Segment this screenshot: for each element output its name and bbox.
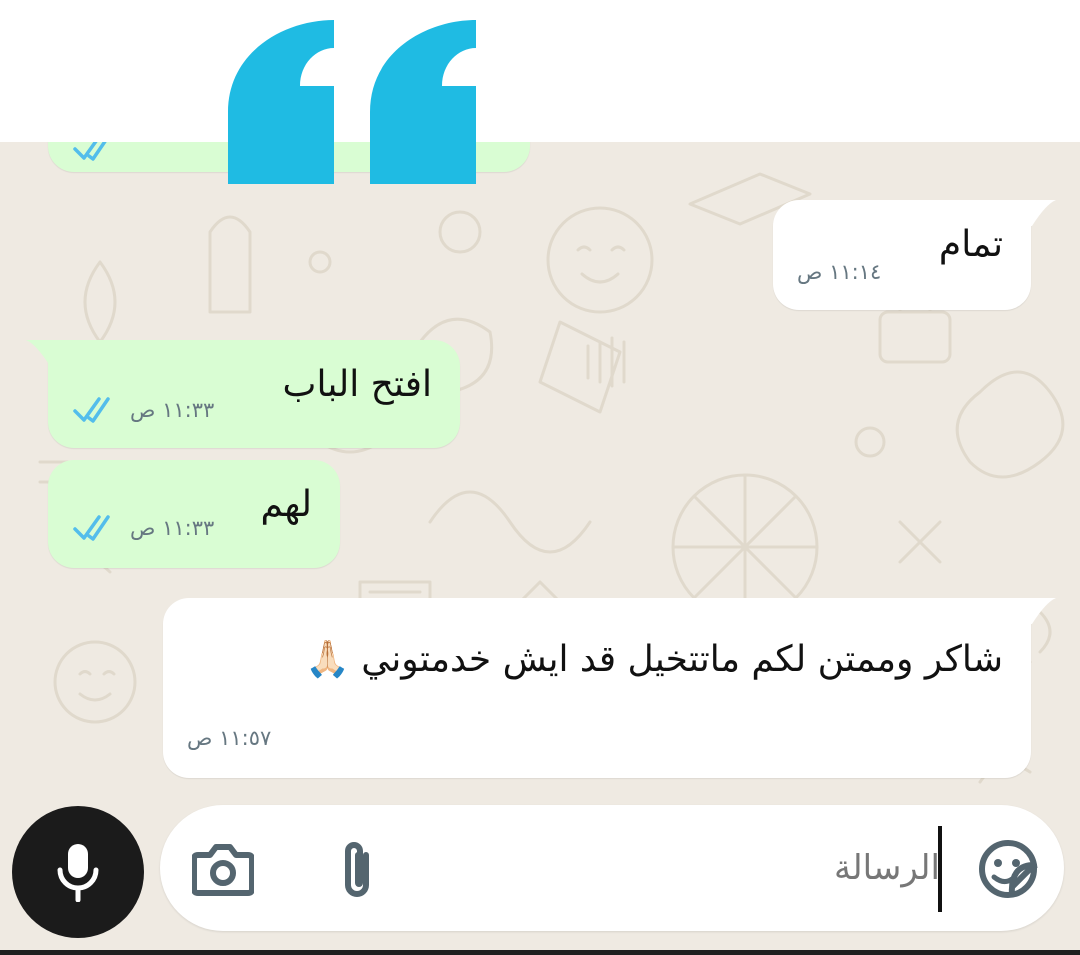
message-text: شاكر وممتن لكم ماتتخيل قد ايش خدمتوني 🙏🏻 (304, 639, 1003, 680)
message-text: تمام (938, 224, 1003, 265)
message-text: لهم (260, 484, 312, 525)
text-cursor (938, 826, 942, 912)
read-ticks-icon (73, 515, 110, 541)
mic-button[interactable] (12, 806, 144, 938)
quote-icon (228, 20, 476, 184)
bubble-tail (1020, 200, 1056, 226)
microphone-icon (57, 844, 99, 902)
camera-icon[interactable] (192, 843, 254, 897)
message-bubble[interactable]: افتح الباب ١١:٣٣ ص (48, 340, 460, 448)
read-ticks-icon (73, 142, 107, 161)
message-time: ١١:٥٧ ص (187, 726, 272, 750)
read-ticks-icon (73, 397, 110, 423)
system-nav-bar (0, 950, 1080, 955)
message-bubble[interactable]: لهم ١١:٣٣ ص (48, 460, 340, 568)
message-input[interactable] (580, 838, 940, 898)
message-composer[interactable] (160, 805, 1064, 931)
message-time: ١١:٣٣ ص (130, 516, 215, 540)
sticker-icon[interactable] (978, 839, 1038, 899)
top-blank-area (0, 0, 1080, 142)
message-time: ١١:٣٣ ص (130, 398, 215, 422)
message-bubble[interactable]: تمام ١١:١٤ ص (773, 200, 1031, 310)
bubble-tail (26, 340, 62, 366)
message-text: افتح الباب (282, 364, 432, 405)
paperclip-icon[interactable] (336, 841, 378, 903)
message-bubble[interactable]: شاكر وممتن لكم ماتتخيل قد ايش خدمتوني 🙏🏻… (163, 598, 1031, 778)
bubble-tail (1020, 598, 1056, 624)
message-time: ١١:١٤ ص (797, 260, 882, 284)
